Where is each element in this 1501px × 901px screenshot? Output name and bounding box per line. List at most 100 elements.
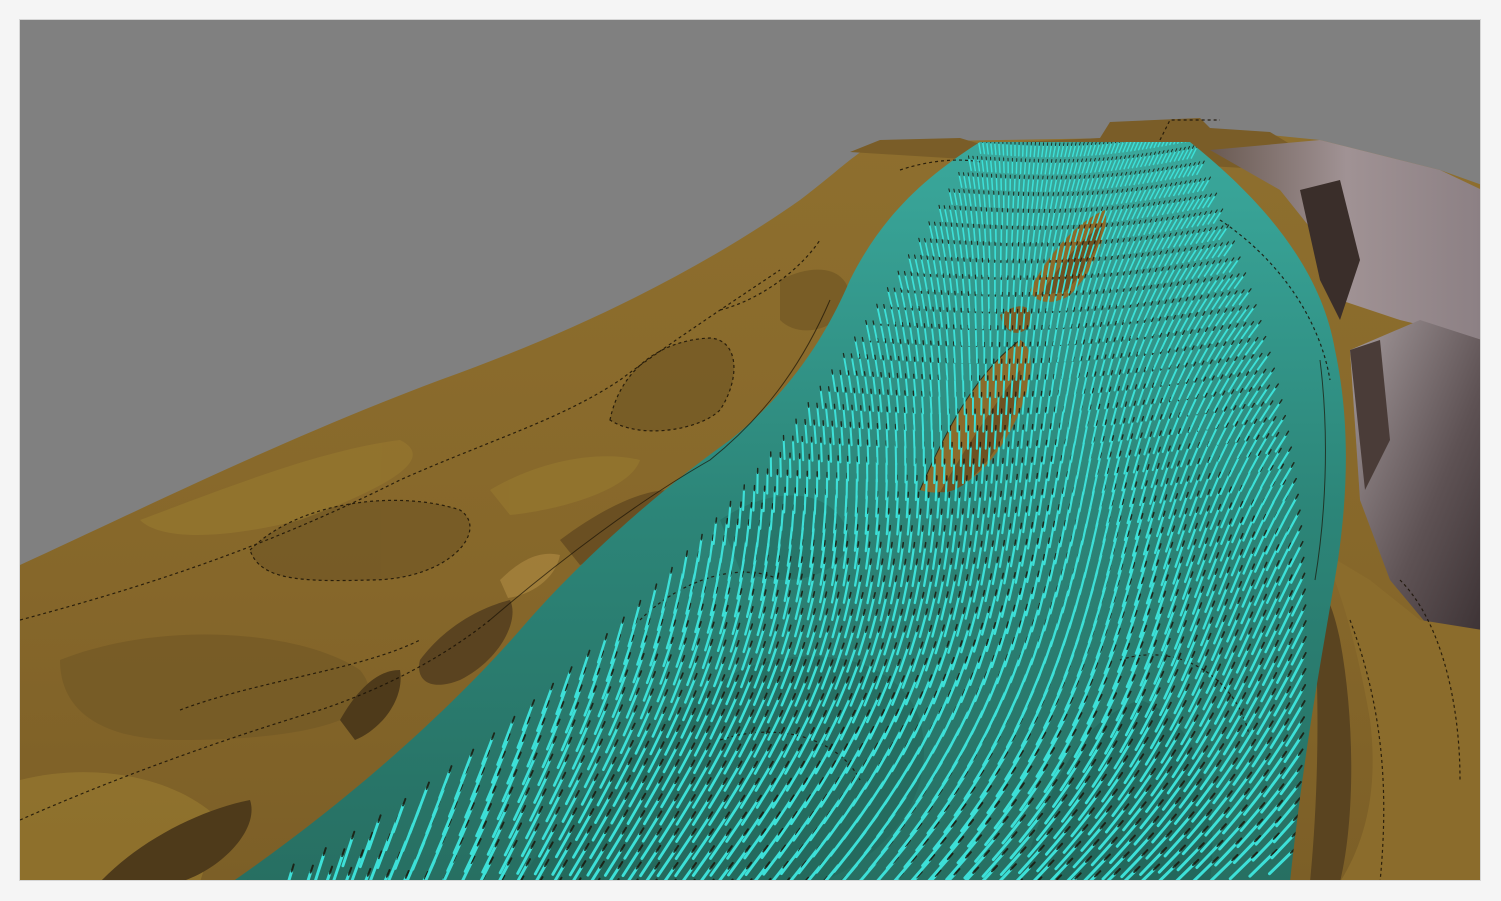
flow-vector [982,244,985,260]
flow-vector-head [893,287,896,293]
flow-vector [1019,160,1022,175]
flow-vector-head [715,517,718,524]
flow-vector-head [962,172,965,177]
flow-vector-head [963,189,965,194]
flow-vector-head [800,556,803,564]
flow-vector [838,442,842,464]
flow-vector [810,440,814,462]
flow-vector-head [736,518,739,526]
flow-vector-head [930,508,933,516]
flow-vector-head [1025,473,1029,480]
flow-vector-head [947,239,950,244]
flow-vector [971,462,975,485]
flow-vector-head [961,557,965,565]
flow-vector [980,210,984,225]
flow-vector [804,423,808,444]
flow-vector-head [948,188,951,193]
flow-vector-head [856,524,859,531]
flow-vector [1022,177,1025,192]
flow-vector [1002,429,1006,450]
flow-vector [988,193,991,208]
flow-vector-head [1036,505,1039,513]
flow-vector [980,462,985,484]
flow-vector [946,395,950,416]
flow-vector-head [1030,522,1034,529]
flow-vector-head [898,508,901,515]
flow-vector [1018,278,1022,296]
flow-vector [987,445,991,467]
flow-vector-head [958,171,960,176]
flow-vector-head [1045,225,1047,230]
flow-vector [998,142,1001,156]
flow-vector-head [943,205,946,210]
flow-vector-head [961,508,964,515]
flow-vector-head [1043,258,1045,264]
flow-vector-head [831,369,834,375]
flow-vector-head [910,525,913,532]
flow-vector-head [1014,539,1017,547]
flow-vector-head [835,557,838,565]
flow-vector [769,507,774,531]
flow-vector-head [950,222,953,227]
flow-vector [974,294,977,312]
flow-vector-head [863,371,866,377]
flow-vector-head [918,237,921,243]
flow-vector-head [1068,158,1070,163]
flow-vector-head [1036,472,1039,480]
flow-vector [783,491,787,514]
flow-vector-head [921,525,924,532]
flow-vector [921,377,925,397]
flow-vector-head [993,507,996,514]
flow-vector [1007,295,1010,313]
flow-vector-head [984,557,988,564]
flow-vector-head [1002,539,1006,547]
flow-vector-head [1054,142,1057,147]
flow-vector [903,428,907,449]
flow-vector-head [1037,308,1040,314]
flow-vector-head [888,372,891,379]
flow-vector-head [943,525,946,532]
flow-vector [961,362,964,381]
flow-vector [989,227,992,243]
flow-vector [969,260,973,277]
flow-vector-head [1056,225,1058,230]
flow-vector [752,489,756,512]
flow-vector-head [776,572,780,580]
flow-vector [762,490,766,513]
flow-vector [819,441,823,463]
flow-vector-head [942,273,945,278]
flow-vector [1015,312,1019,330]
flow-vector [945,378,949,398]
flow-vector-head [1050,158,1053,163]
flow-vector-head [915,558,919,566]
flow-vector-head [956,222,958,228]
flow-vector [1012,278,1015,296]
flow-vector-head [876,303,879,309]
flow-vector-head [1040,390,1043,397]
flow-vector-head [1044,308,1047,314]
flow-vector [1017,328,1021,347]
flow-vector [952,344,956,364]
flow-vector [840,425,844,446]
flow-vector-head [1044,374,1047,380]
flow-vector [1028,161,1031,175]
flow-vector [981,278,984,295]
flow-vector [885,427,889,449]
flow-vector-head [1057,192,1060,197]
flow-vector-head [958,491,961,499]
flow-vector [1020,345,1024,364]
flow-vector-head [933,221,936,226]
flow-vector [982,412,985,433]
flow-vector-head [823,574,827,582]
flow-vector [1010,328,1014,347]
flow-vector-head [1047,192,1050,197]
flow-vector-head [1067,258,1070,263]
flow-vector [973,226,976,242]
flow-vector [912,394,916,415]
flow-vector-head [918,575,922,583]
flow-vector [1007,362,1011,381]
flow-vector [999,412,1003,433]
flow-vector [967,294,971,312]
flow-vector [912,411,916,432]
flow-vector [867,426,871,448]
